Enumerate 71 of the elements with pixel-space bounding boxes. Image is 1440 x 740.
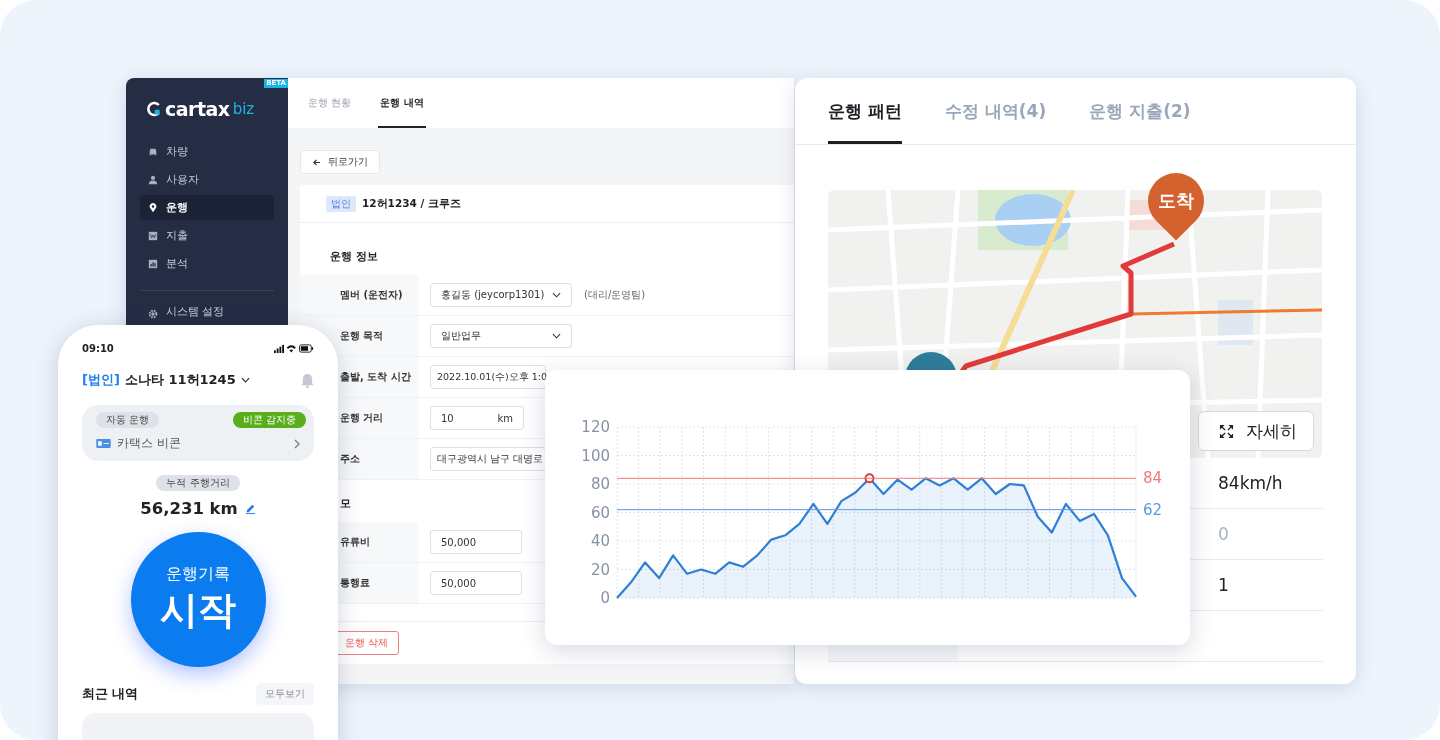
device-name: 카택스 비콘 — [117, 436, 181, 451]
peak-marker — [864, 473, 875, 484]
chevron-down-icon[interactable] — [240, 377, 250, 383]
reference-label: 84 — [1143, 469, 1163, 488]
sidebar-item[interactable]: 시스템 설정 — [140, 303, 274, 319]
expand-icon — [1219, 423, 1234, 439]
person-icon — [148, 174, 158, 185]
y-tick-label: 120 — [581, 418, 610, 436]
bar-chart-icon — [148, 258, 158, 269]
input-field[interactable]: 50,000 — [430, 571, 522, 595]
beacon-icon — [96, 439, 111, 448]
section-title: 운행 정보 — [330, 250, 378, 264]
form-label: 유류비 — [340, 535, 370, 549]
logo-mark-icon — [146, 101, 162, 117]
back-button[interactable]: 뒤로가기 — [300, 150, 380, 174]
input-field[interactable]: 50,000 — [430, 530, 522, 554]
logo-suffix: biz — [232, 100, 255, 118]
odometer-label: 누적 주행거리 — [156, 475, 240, 491]
form-label: 출발, 도착 시간 — [340, 370, 411, 384]
beacon-card[interactable]: 자동 운행 비콘 감지중 카택스 비콘 — [82, 405, 314, 461]
tab[interactable]: 운행 내역 — [378, 78, 426, 128]
y-tick-label: 60 — [590, 503, 610, 522]
tab[interactable]: 운행 패턴 — [828, 78, 902, 144]
form-label: 통행료 — [340, 576, 370, 590]
chevron-down-icon — [552, 292, 561, 298]
back-arrow-icon — [312, 157, 321, 167]
car-icon — [148, 146, 158, 157]
vehicle-name: 12허1234 / 크루즈 — [362, 196, 461, 211]
corporate-tag: [법인] — [82, 371, 120, 389]
stat-value: 84km/h — [1218, 473, 1283, 493]
reference-label: 62 — [1143, 500, 1163, 519]
mode-pill: 자동 운행 — [96, 412, 160, 428]
form-label: 멤버 (운전자) — [340, 288, 403, 302]
view-all-button[interactable]: 모두보기 — [256, 683, 314, 705]
gear-icon — [148, 309, 158, 319]
sidebar-item[interactable]: 차량 — [140, 139, 274, 164]
sidebar-item[interactable]: 사용자 — [140, 167, 274, 192]
form-label: 운행 목적 — [340, 329, 384, 343]
select-field[interactable]: 홍길동 (jeycorp1301) — [430, 283, 572, 307]
y-tick-label: 20 — [590, 560, 610, 579]
detail-button[interactable]: 자세히 — [1198, 411, 1314, 451]
chevron-right-icon — [294, 438, 300, 449]
stat-value: 0 — [1218, 524, 1229, 544]
stat-value: 1 — [1218, 575, 1229, 595]
vehicle-selector[interactable]: 소나타 11허1245 — [124, 371, 236, 389]
corporate-tag: 법인 — [326, 195, 356, 212]
section-title: 최근 내역 — [82, 685, 139, 703]
status-time: 09:10 — [82, 343, 114, 354]
y-tick-label: 0 — [600, 589, 610, 607]
wallet-icon — [148, 230, 158, 241]
form-label: 주소 — [340, 452, 360, 466]
input-field[interactable]: 2022.10.01(수)오후 1:0 — [430, 365, 546, 389]
y-tick-label: 40 — [590, 532, 610, 550]
chevron-down-icon — [552, 333, 561, 339]
input-field[interactable]: 10 km — [430, 406, 524, 430]
sidebar-item[interactable]: 지출 — [140, 223, 274, 248]
status-icons — [274, 343, 314, 354]
odometer-value: 56,231 km — [140, 499, 238, 518]
start-button[interactable]: 운행기록 시작 — [130, 532, 266, 667]
y-tick-label: 100 — [581, 446, 610, 465]
section-title: 모 — [340, 497, 351, 511]
sidebar-item[interactable]: 분석 — [140, 251, 274, 276]
pin-icon — [148, 202, 158, 213]
y-tick-label: 80 — [590, 475, 610, 493]
sidebar-item[interactable]: 운행 — [140, 195, 274, 220]
pencil-icon[interactable] — [244, 503, 256, 514]
status-pill: 비콘 감지중 — [232, 412, 306, 428]
select-field[interactable]: 일반업무 — [430, 324, 572, 348]
field-note: (대리/운영팀) — [584, 288, 646, 302]
form-label: 운행 거리 — [340, 411, 384, 425]
logo-text: cartax — [165, 98, 230, 120]
